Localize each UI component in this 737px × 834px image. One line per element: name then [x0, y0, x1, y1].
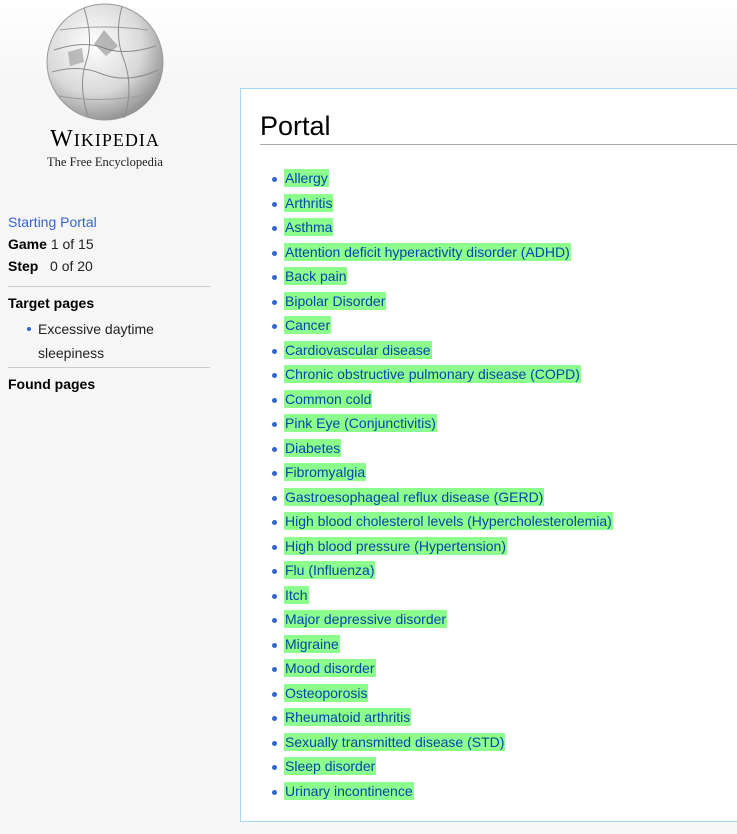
- portal-link[interactable]: Sexually transmitted disease (STD): [284, 732, 506, 751]
- title-divider: [260, 144, 737, 145]
- game-status-panel: Starting Portal Game 1 of 15 Step 0 of 2…: [8, 212, 210, 394]
- portal-link[interactable]: Major depressive disorder: [284, 610, 448, 628]
- game-value: 1 of 15: [50, 236, 94, 252]
- portal-link[interactable]: Rheumatoid arthritis: [284, 708, 412, 726]
- portal-link[interactable]: Attention deficit hyperactivity disorder…: [284, 242, 571, 261]
- wikipedia-globe-icon: [46, 3, 164, 121]
- portal-link[interactable]: Cancer: [284, 316, 332, 334]
- portal-link-list: Allergy Arthritis Asthma Attention defic…: [272, 166, 613, 804]
- list-item: Arthritis: [272, 191, 613, 216]
- portal-link[interactable]: Arthritis: [284, 193, 334, 212]
- list-item: Migraine: [272, 632, 613, 657]
- wikipedia-logo[interactable]: WIKIPEDIA The Free Encyclopedia: [20, 0, 190, 180]
- list-item: Flu (Influenza): [272, 558, 613, 583]
- portal-link[interactable]: Itch: [284, 585, 309, 604]
- starting-portal-link[interactable]: Starting Portal: [8, 212, 210, 232]
- list-item: Pink Eye (Conjunctivitis): [272, 411, 613, 436]
- target-page-item: Excessive daytime sleepiness: [27, 317, 188, 365]
- sidebar-divider: [8, 367, 210, 368]
- list-item: Mood disorder: [272, 656, 613, 681]
- portal-link[interactable]: Bipolar Disorder: [284, 291, 387, 310]
- portal-link[interactable]: Fibromyalgia: [284, 463, 367, 481]
- portal-link[interactable]: Chronic obstructive pulmonary disease (C…: [284, 365, 581, 383]
- portal-link[interactable]: Osteoporosis: [284, 683, 369, 702]
- list-item: Back pain: [272, 264, 613, 289]
- list-item: Sexually transmitted disease (STD): [272, 730, 613, 755]
- step-value: 0 of 20: [50, 258, 93, 274]
- portal-link[interactable]: Back pain: [284, 267, 348, 285]
- step-label: Step: [8, 258, 39, 274]
- list-item: High blood pressure (Hypertension): [272, 534, 613, 559]
- logo-wordmark: WIKIPEDIA: [50, 126, 160, 152]
- list-item: Asthma: [272, 215, 613, 240]
- portal-link[interactable]: Gastroesophageal reflux disease (GERD): [284, 487, 545, 506]
- list-item: Bipolar Disorder: [272, 289, 613, 314]
- sidebar: WIKIPEDIA The Free Encyclopedia Starting…: [0, 0, 240, 834]
- list-item: High blood cholesterol levels (Hyperchol…: [272, 509, 613, 534]
- page-title: Portal: [260, 111, 331, 141]
- list-item: Rheumatoid arthritis: [272, 705, 613, 730]
- portal-link[interactable]: Cardiovascular disease: [284, 340, 432, 359]
- found-pages-heading: Found pages: [8, 376, 96, 392]
- list-item: Sleep disorder: [272, 754, 613, 779]
- portal-link[interactable]: Urinary incontinence: [284, 781, 414, 800]
- portal-link[interactable]: Allergy: [284, 169, 329, 187]
- logo-tagline: The Free Encyclopedia: [47, 155, 163, 169]
- portal-link[interactable]: High blood cholesterol levels (Hyperchol…: [284, 512, 613, 530]
- list-item: Gastroesophageal reflux disease (GERD): [272, 485, 613, 510]
- portal-link[interactable]: High blood pressure (Hypertension): [284, 536, 507, 555]
- list-item: Osteoporosis: [272, 681, 613, 706]
- step-counter: Step 0 of 20: [8, 256, 210, 276]
- list-item: Cardiovascular disease: [272, 338, 613, 363]
- portal-link[interactable]: Sleep disorder: [284, 757, 377, 775]
- portal-link[interactable]: Common cold: [284, 389, 373, 408]
- list-item: Allergy: [272, 166, 613, 191]
- list-item: Itch: [272, 583, 613, 608]
- portal-link[interactable]: Diabetes: [284, 438, 342, 457]
- list-item: Cancer: [272, 313, 613, 338]
- content-area: Portal Allergy Arthritis Asthma Attentio…: [240, 88, 737, 822]
- list-item: Diabetes: [272, 436, 613, 461]
- list-item: Attention deficit hyperactivity disorder…: [272, 240, 613, 265]
- portal-link[interactable]: Pink Eye (Conjunctivitis): [284, 414, 437, 432]
- portal-link[interactable]: Mood disorder: [284, 659, 376, 677]
- portal-link[interactable]: Flu (Influenza): [284, 561, 376, 579]
- list-item: Urinary incontinence: [272, 779, 613, 804]
- target-pages-heading: Target pages: [8, 295, 95, 311]
- list-item: Common cold: [272, 387, 613, 412]
- portal-link[interactable]: Migraine: [284, 634, 340, 653]
- target-pages-list: Excessive daytime sleepiness: [8, 317, 210, 365]
- sidebar-divider: [8, 286, 210, 287]
- game-label: Game: [8, 236, 47, 252]
- list-item: Chronic obstructive pulmonary disease (C…: [272, 362, 613, 387]
- list-item: Fibromyalgia: [272, 460, 613, 485]
- list-item: Major depressive disorder: [272, 607, 613, 632]
- portal-link[interactable]: Asthma: [284, 218, 334, 236]
- game-counter: Game 1 of 15: [8, 232, 210, 256]
